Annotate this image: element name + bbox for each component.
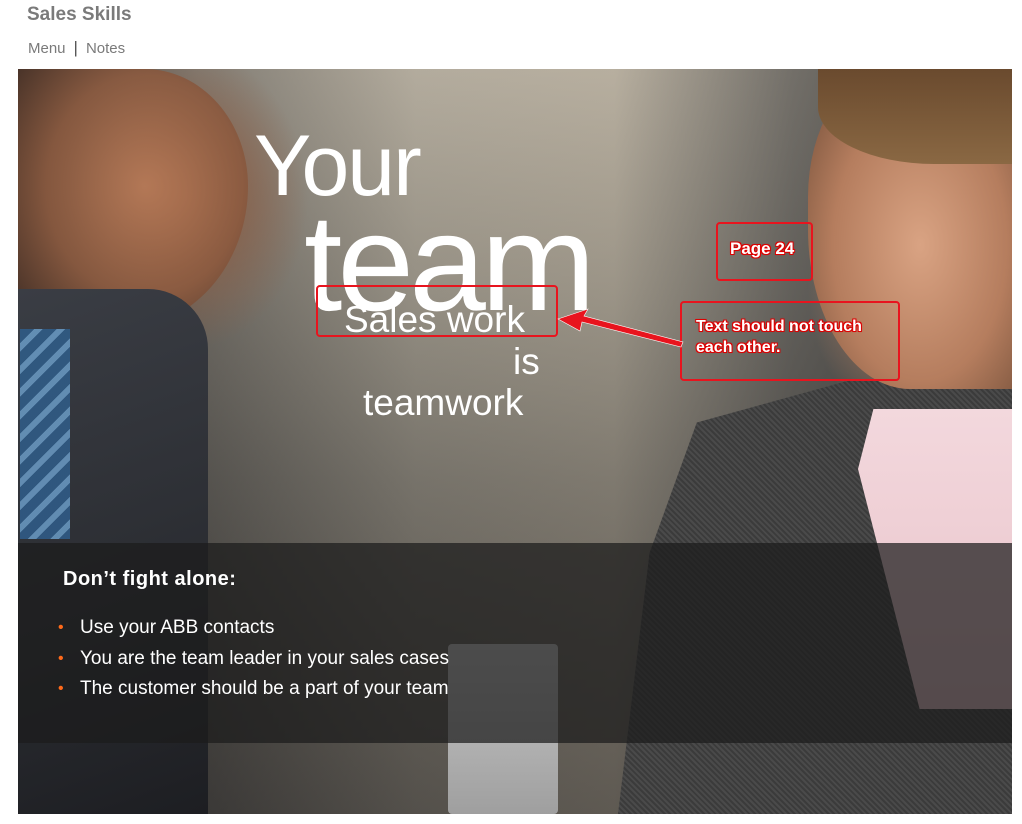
photo-man-tie bbox=[20, 329, 70, 539]
tagline-teamwork: teamwork bbox=[363, 382, 524, 423]
notes-link[interactable]: Notes bbox=[86, 40, 125, 57]
bullet-list: • Use your ABB contacts • You are the te… bbox=[58, 613, 449, 705]
bullet-dot-icon: • bbox=[58, 649, 64, 667]
bullet-text: The customer should be a part of your te… bbox=[80, 678, 449, 699]
annotation-arrow-icon bbox=[557, 308, 684, 348]
app-title: Sales Skills bbox=[27, 4, 132, 25]
top-nav: Menu | Notes bbox=[28, 38, 125, 58]
bullet-text: Use your ABB contacts bbox=[80, 617, 275, 638]
page-number-label: Page 24 bbox=[730, 239, 795, 258]
comment-line-1: Text should not touch bbox=[696, 318, 862, 335]
info-panel: Don’t fight alone: • Use your ABB contac… bbox=[18, 543, 1012, 743]
overlap-highlight-box bbox=[316, 285, 558, 337]
bullet-item: • You are the team leader in your sales … bbox=[58, 644, 449, 675]
menu-link[interactable]: Menu bbox=[28, 40, 66, 57]
bullet-item: • Use your ABB contacts bbox=[58, 613, 449, 644]
bullet-dot-icon: • bbox=[58, 680, 64, 697]
slide-canvas: Your team Sales work is teamwork Don’t f… bbox=[18, 69, 1012, 814]
comment-line-2: each other. bbox=[696, 339, 781, 356]
nav-separator: | bbox=[73, 38, 78, 57]
bullet-item: • The customer should be a part of your … bbox=[58, 674, 449, 705]
tagline-is: is bbox=[513, 341, 540, 382]
bullet-dot-icon: • bbox=[58, 619, 64, 636]
panel-heading: Don’t fight alone: bbox=[63, 568, 237, 590]
bullet-text: You are the team leader in your sales ca… bbox=[80, 647, 449, 669]
